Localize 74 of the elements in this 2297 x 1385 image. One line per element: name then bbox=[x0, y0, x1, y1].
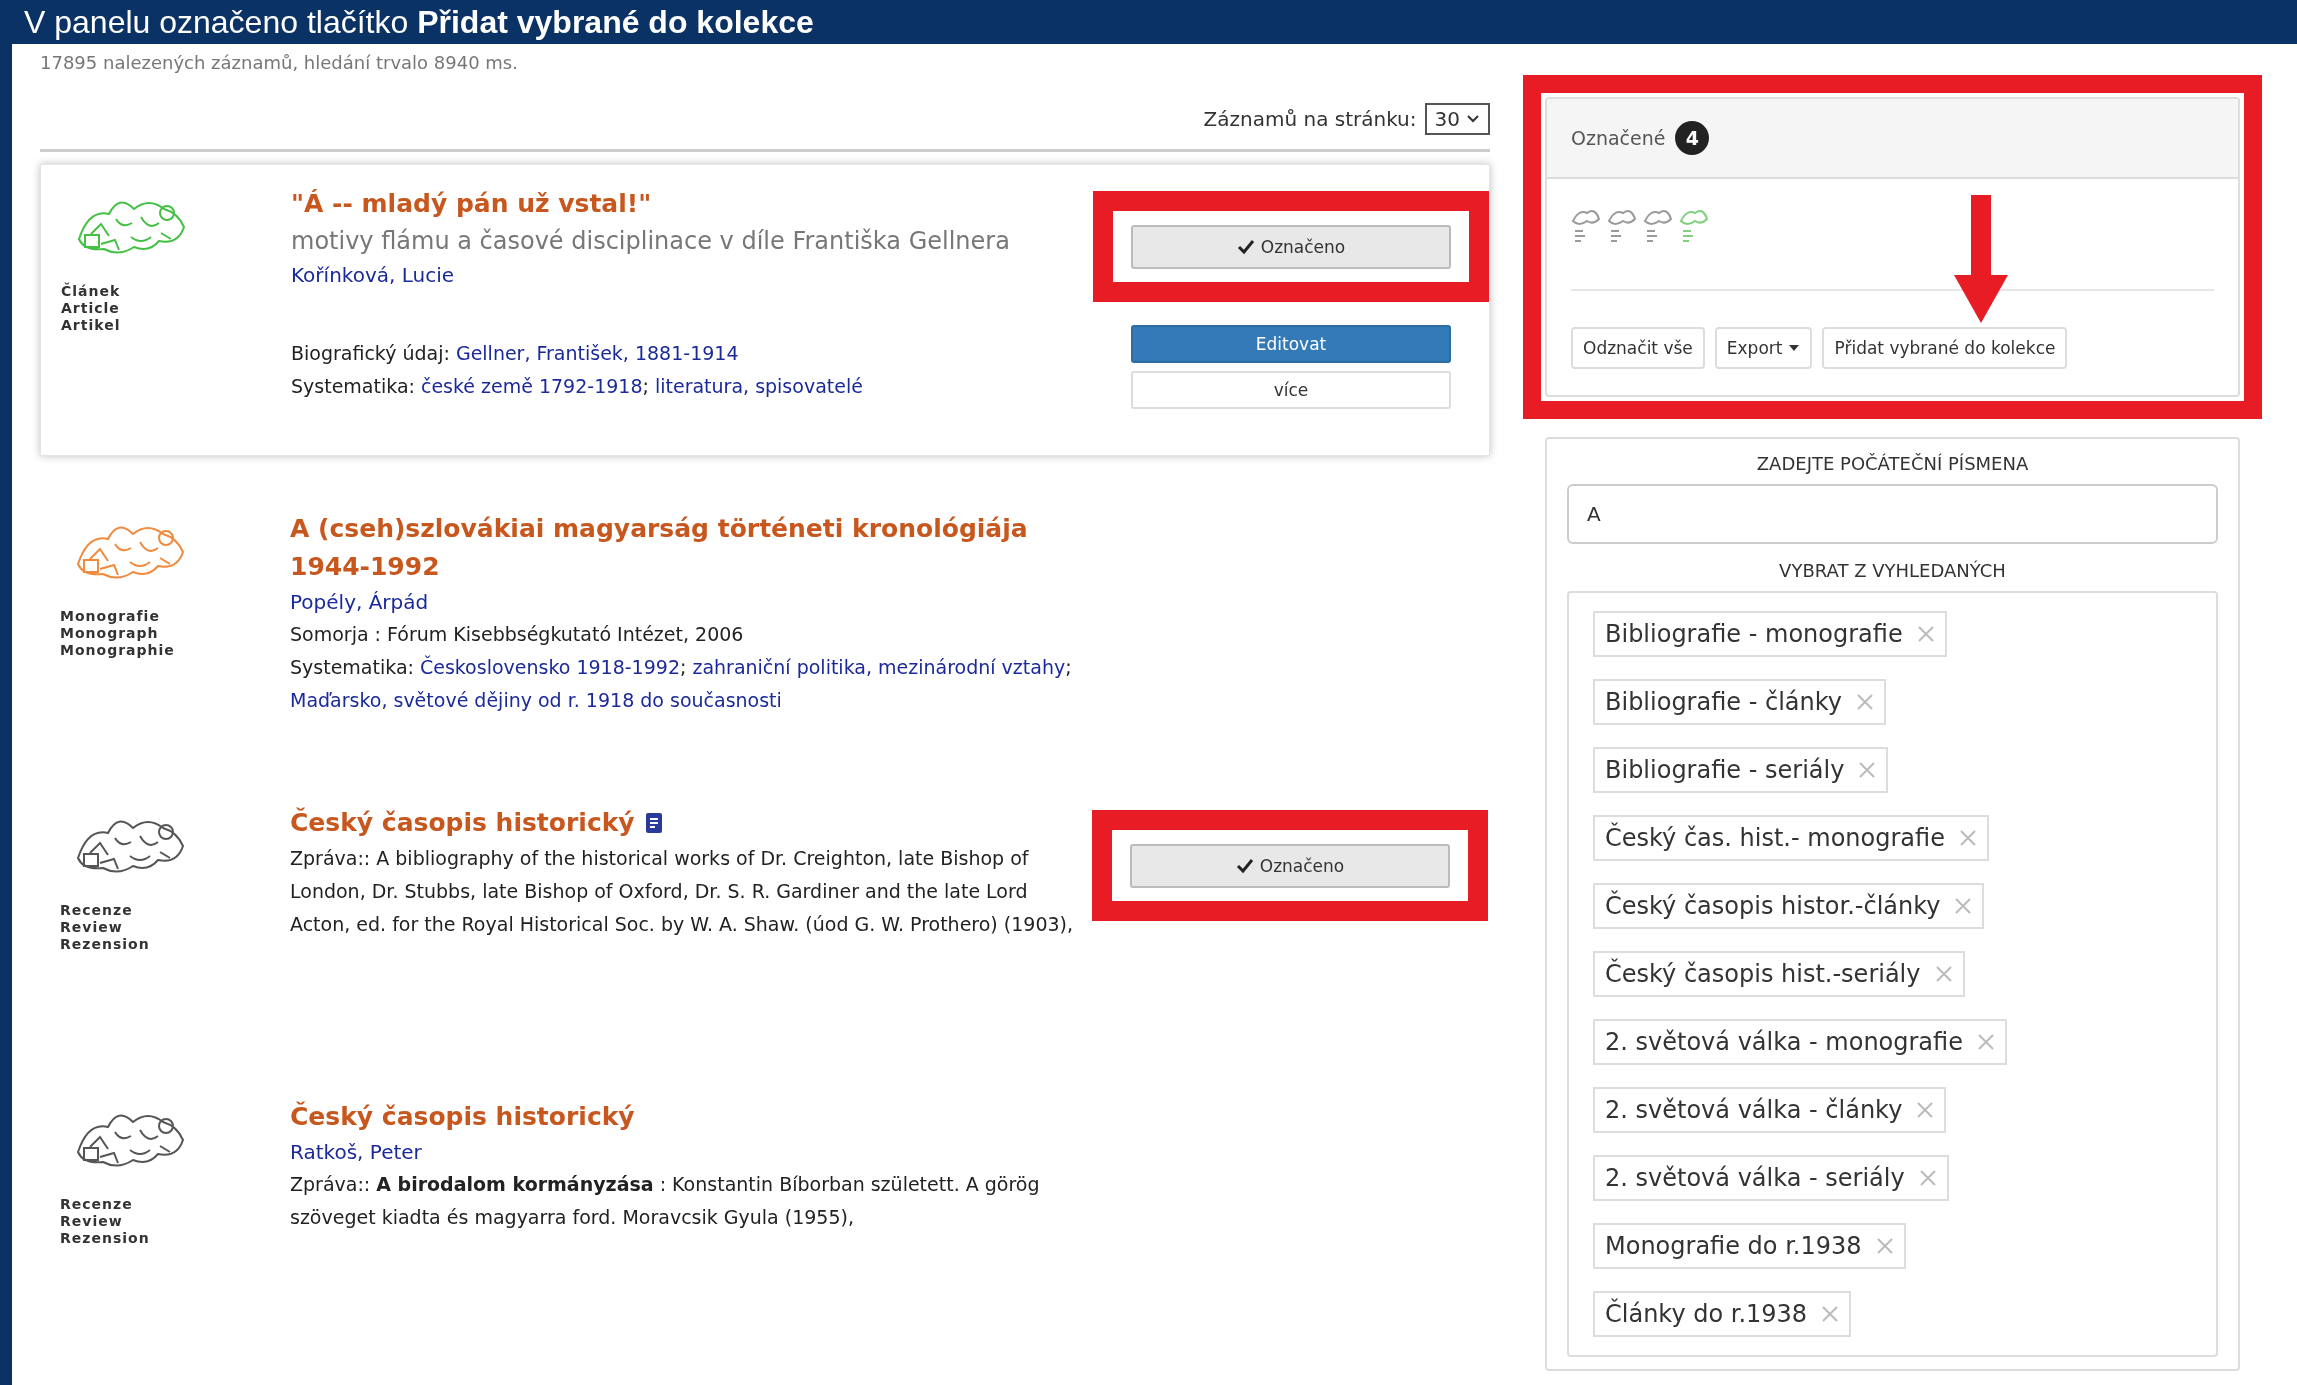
collection-tag[interactable]: Bibliografie - seriály bbox=[1593, 747, 1889, 793]
subject-link[interactable]: Gellner, František, 1881-1914 bbox=[455, 342, 739, 364]
author-link[interactable]: Kořínková, Lucie bbox=[291, 259, 1076, 291]
record-type-label: Monografie bbox=[60, 608, 161, 625]
collection-tag[interactable]: Český čas. hist.- monografie bbox=[1593, 815, 1989, 861]
remove-icon bbox=[1976, 1033, 1995, 1051]
record-type-label: Monographie bbox=[60, 642, 176, 659]
field-label: Systematika: bbox=[290, 656, 414, 678]
collection-tag[interactable]: 2. světová válka - seriály bbox=[1593, 1155, 1949, 1201]
banner-text: V panelu označeno tlačítko Přidat vybrané do kolekce bbox=[23, 3, 815, 42]
author-link[interactable]: Ratkoš, Peter bbox=[290, 1136, 1075, 1168]
remove-icon bbox=[1958, 829, 1977, 847]
remove-icon bbox=[1954, 897, 1973, 915]
edit-button[interactable]: Editovat bbox=[1131, 325, 1451, 363]
record-detail: Zpráva:: A bibliography of the historical works of Dr. Creighton, late Bishop of London, Dr. Stubbs, late Bishop of Oxford, Dr. S. R. Gardiner and the late Lord Acton, ed. for the Royal Historical Soc. by W. A. Shaw. (úod G. W. Prothero) (1903), bbox=[290, 846, 1075, 937]
collection-tag[interactable]: 2. světová válka - články bbox=[1593, 1087, 1947, 1133]
marked-button[interactable]: Označeno bbox=[1130, 844, 1450, 888]
record-subtitle: motivy flámu a časové disciplinace v díle Františka Gellnera bbox=[291, 226, 1011, 257]
field-label: Systematika: bbox=[291, 375, 415, 397]
remove-icon bbox=[1875, 1237, 1894, 1255]
record-type-label: Článek bbox=[61, 283, 122, 300]
record-title-link[interactable]: "Á -- mladý pán už vstal!" bbox=[291, 185, 652, 223]
record-type-label: Article bbox=[61, 300, 121, 317]
page-size-label: Záznamů na stránku: bbox=[1203, 107, 1417, 131]
separator-text: ; bbox=[1065, 656, 1072, 678]
subject-link[interactable]: zahraniční politika, mezinárodní vztahy bbox=[692, 656, 1066, 678]
remove-icon bbox=[1858, 761, 1877, 779]
subject-link[interactable]: české země 1792-1918 bbox=[420, 375, 643, 397]
section-heading: VYBRAT Z VYHLEDANÝCH bbox=[1778, 560, 2007, 581]
more-button[interactable]: více bbox=[1131, 371, 1451, 409]
chevron-icon bbox=[1466, 114, 1480, 124]
panel-button[interactable]: Odznačit vše bbox=[1571, 327, 1705, 369]
record-type-label: Review bbox=[60, 1213, 124, 1230]
record-type-label: Rezension bbox=[60, 936, 151, 953]
record-type-label: Monograph bbox=[60, 625, 160, 642]
record-title-link[interactable]: A (cseh)szlovákiai magyarság történeti kronológiája 1944-1992 bbox=[290, 510, 1075, 586]
collection-tag[interactable]: Bibliografie - články bbox=[1593, 679, 1887, 725]
record-title-link[interactable]: Český časopis historický bbox=[290, 804, 635, 842]
collection-tag[interactable]: Články do r.1938 bbox=[1593, 1291, 1852, 1337]
record-type-label: Recenze bbox=[60, 1196, 134, 1213]
record-title-link[interactable]: Český časopis historický bbox=[290, 1098, 635, 1136]
count-badge: 4 bbox=[1675, 121, 1710, 155]
separator-text: ; bbox=[680, 656, 688, 678]
page-size-select[interactable]: 30 bbox=[1424, 103, 1490, 135]
remove-icon bbox=[1856, 693, 1875, 711]
subject-link[interactable]: literatura, spisovatelé bbox=[654, 375, 863, 397]
remove-icon bbox=[1916, 1101, 1935, 1119]
remove-icon bbox=[1918, 1169, 1937, 1187]
results-summary: 17895 nalezených záznamů, hledání trvalo 8940 ms. bbox=[40, 52, 519, 73]
section-heading: ZADEJTE POČÁTEČNÍ PÍSMENA bbox=[1755, 453, 2030, 474]
collection-tag[interactable]: Monografie do r.1938 bbox=[1593, 1223, 1906, 1269]
record-detail: Somorja : Fórum Kisebbségkutató Intézet, 2006 bbox=[290, 622, 745, 647]
export-dropdown[interactable]: Export bbox=[1714, 327, 1813, 369]
collection-tag[interactable]: 2. světová válka - monografie bbox=[1593, 1019, 2007, 1065]
subject-link[interactable]: Československo 1918-1992 bbox=[419, 656, 680, 678]
collection-tag[interactable]: Bibliografie - monografie bbox=[1593, 611, 1947, 657]
record-type-label: Rezension bbox=[60, 1230, 151, 1247]
marked-button[interactable]: Označeno bbox=[1131, 225, 1451, 269]
author-link[interactable]: Popély, Árpád bbox=[290, 586, 1075, 618]
remove-icon bbox=[1821, 1305, 1840, 1323]
record-type-label: Recenze bbox=[60, 902, 134, 919]
record-type-label: Artikel bbox=[61, 317, 122, 334]
record-detail: Zpráva:: A birodalom kormányzása : Konstantin Bíborban született. A görög szöveget kiadta és magyarra ford. Moravcsik Gyula (1955), bbox=[290, 1172, 1041, 1230]
caret-icon bbox=[1788, 344, 1801, 352]
remove-icon bbox=[1916, 625, 1935, 643]
collection-tag[interactable]: Český časopis hist.-seriály bbox=[1593, 951, 1965, 997]
record-type-label: Review bbox=[60, 919, 124, 936]
separator-text: ; bbox=[642, 375, 650, 397]
field-label: Biografický údaj: bbox=[291, 342, 450, 364]
letters-input[interactable]: A bbox=[1567, 484, 2218, 544]
remove-icon bbox=[1934, 965, 1953, 983]
panel-title: Označené bbox=[1571, 127, 1666, 149]
collection-tag[interactable]: Český časopis histor.-články bbox=[1593, 883, 1985, 929]
subject-link[interactable]: Maďarsko, světové dějiny od r. 1918 do současnosti bbox=[290, 689, 782, 711]
